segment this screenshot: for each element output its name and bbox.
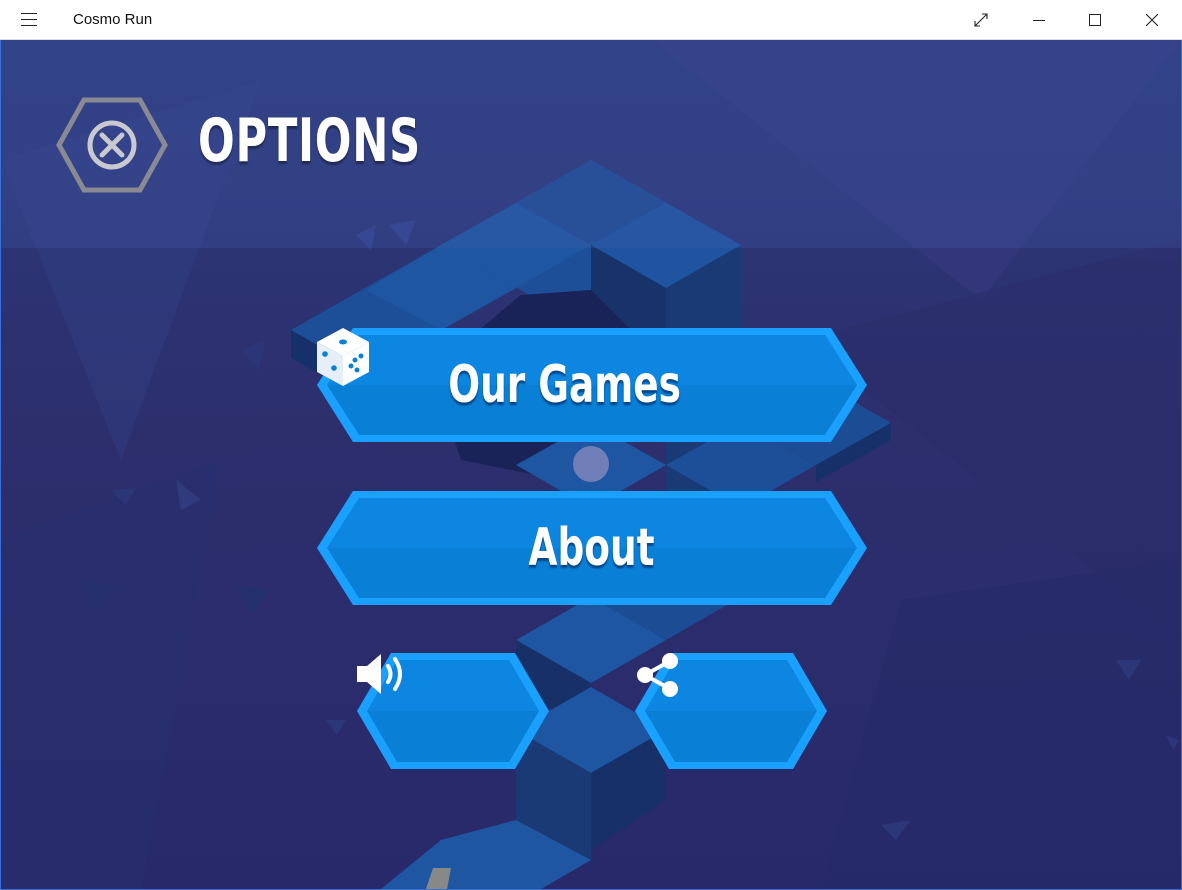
minimize-button[interactable] xyxy=(1016,0,1062,40)
window-close-button[interactable] xyxy=(1129,0,1175,40)
share-button[interactable] xyxy=(633,651,829,771)
window-title-bar: Cosmo Run xyxy=(0,0,1182,40)
about-label: About xyxy=(528,518,656,578)
share-icon xyxy=(637,653,678,697)
maximize-button[interactable] xyxy=(1072,0,1118,40)
close-icon xyxy=(1146,14,1158,26)
app-title: Cosmo Run xyxy=(73,11,153,28)
sound-toggle-button[interactable] xyxy=(355,651,551,771)
fullscreen-button[interactable] xyxy=(958,0,1004,40)
dice-icon xyxy=(317,328,369,386)
close-options-button[interactable] xyxy=(56,97,168,193)
about-button[interactable]: About xyxy=(315,489,869,607)
close-x-icon xyxy=(56,97,168,193)
speaker-icon xyxy=(357,654,402,694)
our-games-label: Our Games xyxy=(448,355,682,415)
our-games-button[interactable]: Our Games xyxy=(315,326,869,444)
fullscreen-icon xyxy=(974,13,988,27)
hamburger-icon[interactable] xyxy=(21,13,37,26)
page-title: OPTIONS xyxy=(198,106,421,176)
game-canvas: OPTIONS Our Games About xyxy=(1,40,1181,889)
header-band xyxy=(1,40,1181,248)
maximize-icon xyxy=(1089,14,1101,26)
minimize-icon xyxy=(1033,20,1045,21)
